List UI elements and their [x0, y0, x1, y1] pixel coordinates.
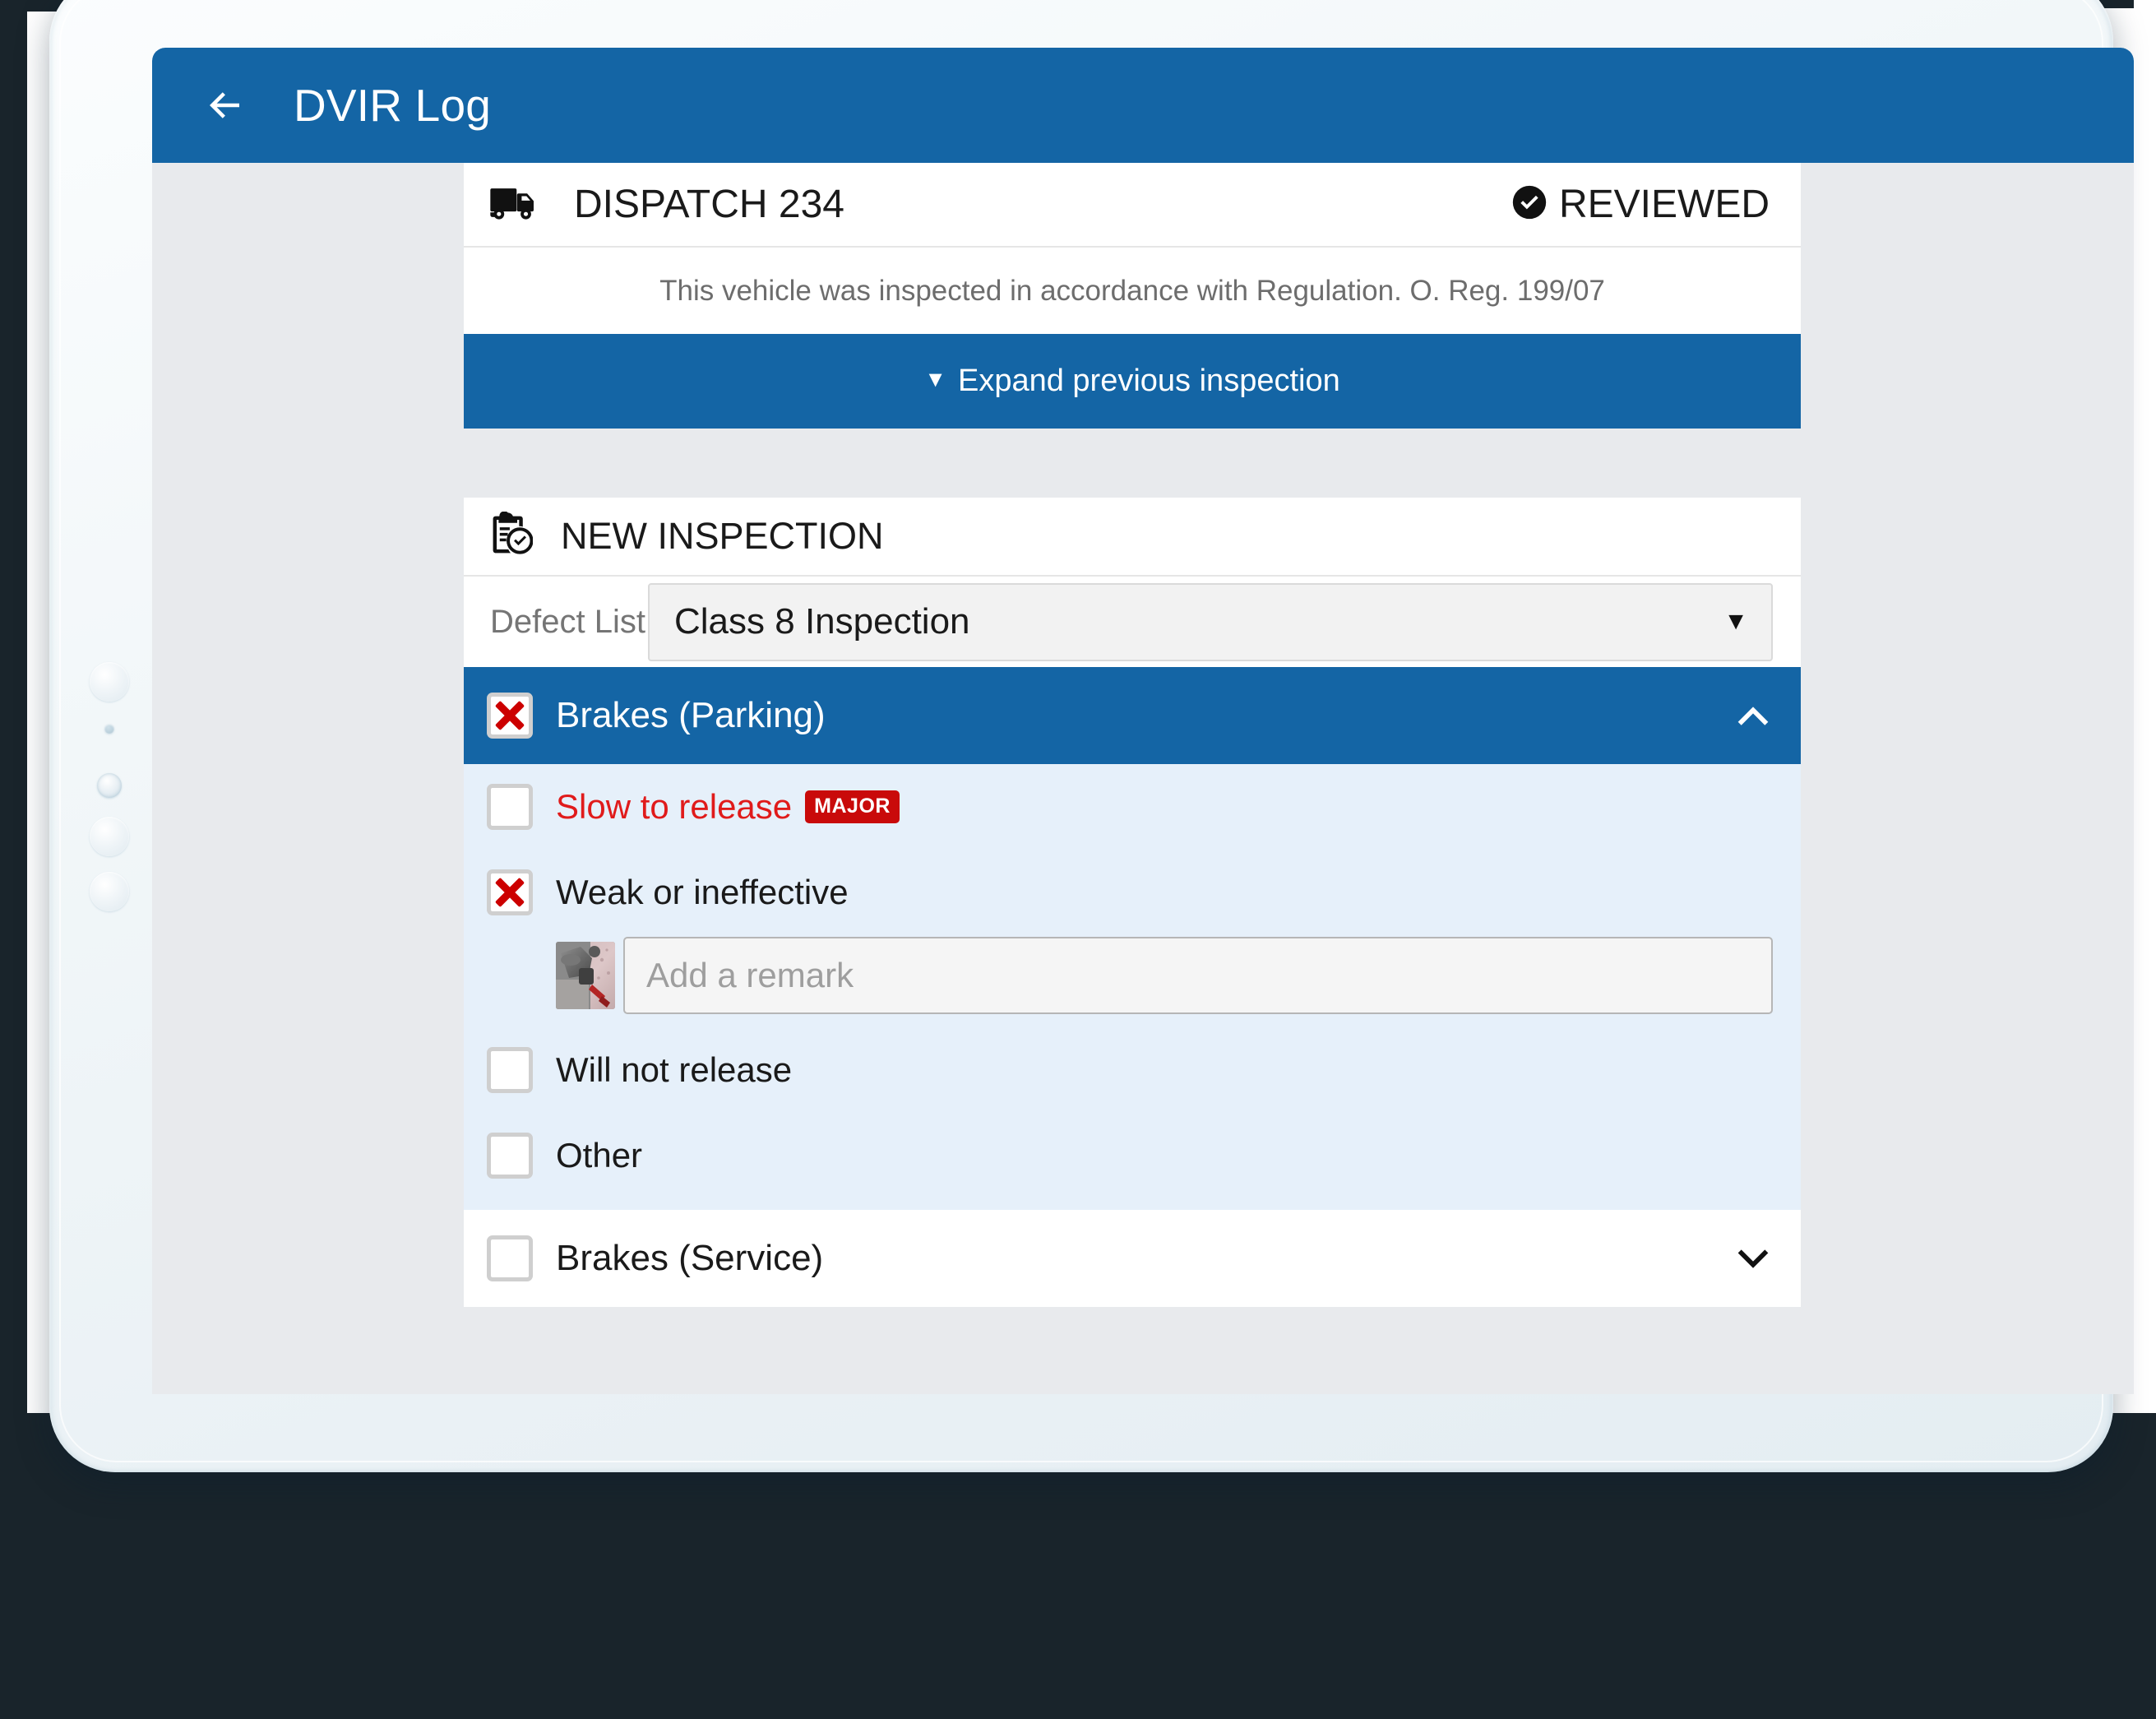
defect-item-will-not-release[interactable]: Will not release: [464, 1027, 1801, 1113]
defect-list-label: Defect List: [490, 603, 645, 640]
defect-item-label: Slow to release MAJOR: [556, 787, 900, 827]
app-bar: DVIR Log: [152, 48, 2134, 163]
expand-previous-inspection-button[interactable]: ▼ Expand previous inspection: [464, 334, 1801, 429]
defect-group-header-brakes-parking[interactable]: Brakes (Parking): [464, 667, 1801, 764]
status-badge: REVIEWED: [1511, 182, 1770, 227]
back-arrow-icon[interactable]: [201, 82, 248, 128]
backdrop-right: [2134, 0, 2156, 568]
defect-checkbox[interactable]: [487, 1047, 533, 1093]
speaker-port-1: [90, 817, 129, 856]
defect-item-label: Other: [556, 1136, 643, 1175]
app-screen: DVIR Log DISPATCH 234 REVIEWED This vehi…: [152, 48, 2134, 1394]
regulation-note: This vehicle was inspected in accordance…: [659, 274, 1605, 307]
defect-list-select[interactable]: Class 8 Inspection ▼: [648, 582, 1773, 661]
major-severity-badge: MAJOR: [805, 790, 900, 823]
indicator-light: [97, 773, 122, 798]
chevron-up-icon[interactable]: [1735, 702, 1771, 729]
remark-placeholder: Add a remark: [646, 956, 854, 994]
chevron-down-icon[interactable]: [1735, 1245, 1771, 1272]
defect-group-body-brakes-parking: Slow to release MAJOR Weak or ineffective: [464, 764, 1801, 1210]
expand-button-label: Expand previous inspection: [957, 364, 1340, 398]
remark-row: Add a remark: [464, 935, 1801, 1027]
defect-photo-thumbnail[interactable]: [556, 942, 615, 1009]
defect-list-value: Class 8 Inspection: [674, 601, 970, 642]
defect-checkbox[interactable]: [487, 784, 533, 830]
dispatch-title: DISPATCH 234: [574, 183, 844, 226]
defect-item-slow-to-release[interactable]: Slow to release MAJOR: [464, 764, 1801, 850]
dispatch-card: DISPATCH 234 REVIEWED This vehicle was i…: [464, 163, 1801, 334]
defect-item-label: Weak or ineffective: [556, 873, 849, 911]
tablet-device: DVIR Log DISPATCH 234 REVIEWED This vehi…: [49, 0, 2134, 1472]
group-label: Brakes (Service): [556, 1238, 824, 1278]
camera-lens: [90, 662, 129, 702]
chevron-down-icon: ▼: [1723, 608, 1748, 635]
defect-list-row: Defect List Class 8 Inspection ▼: [464, 577, 1801, 667]
group-checkbox-brakes-parking[interactable]: [487, 693, 533, 739]
scroll-content: DISPATCH 234 REVIEWED This vehicle was i…: [152, 163, 2134, 1394]
clipboard-check-icon: [490, 510, 534, 562]
defect-item-label: Will not release: [556, 1050, 793, 1089]
defect-item-text: Slow to release: [556, 787, 793, 826]
new-inspection-header: NEW INSPECTION: [464, 498, 1801, 577]
check-circle-icon: [1511, 184, 1548, 225]
speaker-port-2: [90, 872, 129, 911]
status-label: REVIEWED: [1558, 183, 1770, 226]
page-title: DVIR Log: [294, 80, 492, 131]
sensor-dot: [104, 724, 114, 734]
defect-checkbox[interactable]: [487, 869, 533, 915]
new-inspection-card: NEW INSPECTION Defect List Class 8 Inspe…: [464, 498, 1801, 1307]
backdrop-left: [0, 0, 27, 1413]
new-inspection-title: NEW INSPECTION: [561, 515, 884, 557]
defect-checkbox[interactable]: [487, 1133, 533, 1179]
chevron-down-icon: ▼: [924, 367, 946, 392]
dispatch-header: DISPATCH 234 REVIEWED: [464, 163, 1801, 248]
group-checkbox-brakes-service[interactable]: [487, 1235, 533, 1281]
group-label: Brakes (Parking): [556, 695, 826, 735]
defect-item-weak-or-ineffective[interactable]: Weak or ineffective: [464, 850, 1801, 935]
remark-input[interactable]: Add a remark: [623, 937, 1773, 1014]
truck-icon: [490, 186, 541, 224]
defect-group-header-brakes-service[interactable]: Brakes (Service): [464, 1210, 1801, 1307]
defect-item-other[interactable]: Other: [464, 1113, 1801, 1198]
